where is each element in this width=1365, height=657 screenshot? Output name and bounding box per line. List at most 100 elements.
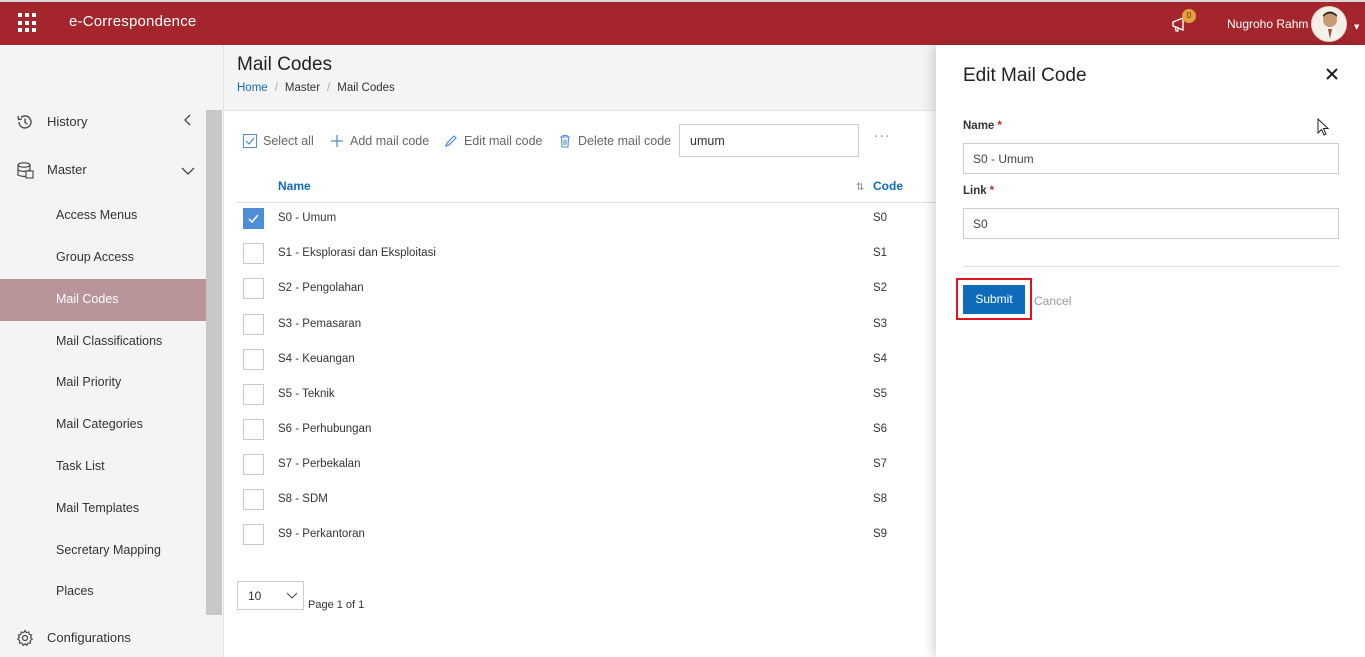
edit-mail-code-label: Edit mail code: [464, 134, 543, 148]
edit-mail-code-button[interactable]: Edit mail code: [444, 131, 543, 151]
row-checkbox[interactable]: [243, 384, 264, 405]
sidebar-group-configurations[interactable]: Configurations: [0, 623, 206, 653]
breadcrumb-master[interactable]: Master: [285, 82, 320, 94]
user-name[interactable]: Nugroho Rahm: [1227, 17, 1308, 31]
row-checkbox[interactable]: [243, 419, 264, 440]
more-options-icon[interactable]: ···: [874, 129, 890, 145]
search-input[interactable]: umum: [679, 124, 859, 157]
panel-title: Edit Mail Code: [963, 65, 1087, 86]
cell-code: S6: [873, 423, 888, 435]
sidebar-item-label: Mail Templates: [56, 501, 140, 515]
cell-code: S1: [873, 247, 888, 259]
breadcrumb-home[interactable]: Home: [237, 82, 268, 94]
cell-name: S1 - Eksplorasi dan Eksploitasi: [278, 247, 436, 259]
row-checkbox[interactable]: [243, 208, 264, 229]
cell-code: S9: [873, 528, 888, 540]
cell-code: S2: [873, 282, 888, 294]
row-checkbox[interactable]: [243, 243, 264, 264]
sidebar-item-group-access[interactable]: Group Access: [0, 237, 206, 279]
breadcrumb-current: Mail Codes: [337, 82, 395, 94]
link-field[interactable]: S0: [963, 208, 1339, 239]
page-title: Mail Codes: [237, 54, 333, 75]
submit-button[interactable]: Submit: [963, 285, 1025, 314]
sidebar-item-mail-priority[interactable]: Mail Priority: [0, 362, 206, 404]
user-menu-caret-icon[interactable]: ▼: [1354, 23, 1359, 31]
table-row[interactable]: S6 - Perhubungan S6: [224, 413, 936, 448]
sort-icon[interactable]: ⇅: [856, 182, 864, 193]
sidebar-item-mail-classifications[interactable]: Mail Classifications: [0, 321, 206, 363]
table-row[interactable]: S4 - Keuangan S4: [224, 343, 936, 378]
table-row[interactable]: S0 - Umum S0: [224, 202, 936, 237]
breadcrumb-separator: /: [327, 82, 331, 94]
row-checkbox[interactable]: [243, 278, 264, 299]
row-checkbox[interactable]: [243, 349, 264, 370]
table-row[interactable]: S9 - Perkantoran S9: [224, 518, 936, 553]
sidebar-group-history[interactable]: History: [0, 107, 206, 137]
cell-name: S5 - Teknik: [278, 388, 335, 400]
breadcrumb: Home / Master / Mail Codes: [237, 82, 395, 94]
sidebar-item-secretary-mapping[interactable]: Secretary Mapping: [0, 530, 206, 572]
row-checkbox[interactable]: [243, 489, 264, 510]
mouse-cursor-icon: [1317, 118, 1330, 136]
sidebar-item-task-list[interactable]: Task List: [0, 446, 206, 488]
column-header-code[interactable]: Code: [873, 179, 903, 193]
app-title[interactable]: e-Correspondence: [69, 13, 196, 30]
cell-name: S8 - SDM: [278, 493, 328, 505]
cell-code: S4: [873, 353, 888, 365]
page-size-select[interactable]: 10: [237, 581, 304, 610]
sidebar-scrollbar[interactable]: [206, 110, 222, 615]
add-mail-code-label: Add mail code: [350, 134, 430, 148]
table-row[interactable]: S2 - Pengolahan S2: [224, 272, 936, 307]
cell-code: S3: [873, 318, 888, 330]
top-bar: e-Correspondence 0 Nugroho Rahm ▼: [0, 0, 1365, 45]
table-row[interactable]: S8 - SDM S8: [224, 483, 936, 518]
select-all-label: Select all: [263, 134, 314, 148]
name-label-text: Name: [963, 120, 995, 132]
sidebar-item-mail-templates[interactable]: Mail Templates: [0, 488, 206, 530]
required-mark: *: [989, 185, 995, 197]
delete-mail-code-label: Delete mail code: [578, 134, 672, 148]
cell-code: S5: [873, 388, 888, 400]
avatar[interactable]: [1311, 6, 1347, 42]
sidebar-item-label: Mail Classifications: [56, 334, 163, 348]
row-checkbox[interactable]: [243, 524, 264, 545]
sidebar-item-label: Access Menus: [56, 208, 138, 222]
name-field-label: Name *: [963, 120, 1002, 132]
close-icon[interactable]: [1325, 67, 1339, 81]
link-field-label: Link *: [963, 185, 994, 197]
chevron-down-icon[interactable]: [181, 164, 195, 178]
sidebar-item-label: Task List: [56, 459, 105, 473]
sidebar-group-master[interactable]: Master: [0, 155, 206, 185]
sidebar-item-places[interactable]: Places: [0, 571, 206, 613]
sidebar-item-label: Mail Priority: [56, 375, 122, 389]
table-row[interactable]: S3 - Pemasaran S3: [224, 308, 936, 343]
row-checkbox[interactable]: [243, 454, 264, 475]
column-header-name[interactable]: Name: [278, 179, 311, 193]
user-photo-icon: [1317, 11, 1343, 41]
table-row[interactable]: S1 - Eksplorasi dan Eksploitasi S1: [224, 237, 936, 272]
chevron-left-icon[interactable]: [182, 113, 194, 127]
add-mail-code-button[interactable]: Add mail code: [330, 131, 429, 151]
pencil-icon: [445, 135, 457, 147]
sidebar-item-access-menus[interactable]: Access Menus: [0, 195, 206, 237]
cancel-button[interactable]: Cancel: [1034, 294, 1071, 308]
app-launcher-icon[interactable]: [18, 13, 38, 33]
select-all-button[interactable]: Select all: [243, 131, 314, 151]
edit-mail-code-panel: Edit Mail Code Name * S0 - Umum Link * S0 …: [936, 45, 1365, 657]
sidebar-item-mail-categories[interactable]: Mail Categories: [0, 404, 206, 446]
table-row[interactable]: S7 - Perbekalan S7: [224, 448, 936, 483]
required-mark: *: [997, 120, 1002, 132]
name-field[interactable]: S0 - Umum: [963, 143, 1339, 174]
checkbox-icon: [243, 134, 257, 148]
link-label-text: Link: [963, 185, 987, 197]
sidebar-item-label: Group Access: [56, 250, 134, 264]
table-row[interactable]: S5 - Teknik S5: [224, 378, 936, 413]
sidebar-item-mail-codes[interactable]: Mail Codes: [0, 279, 206, 321]
sidebar: History Master Access Menus Group Access…: [0, 45, 224, 657]
cell-name: S0 - Umum: [278, 212, 337, 224]
sidebar-group-configurations-label: Configurations: [47, 630, 131, 645]
cell-name: S2 - Pengolahan: [278, 282, 364, 294]
page-indicator: Page 1 of 1: [308, 599, 365, 611]
row-checkbox[interactable]: [243, 314, 264, 335]
delete-mail-code-button[interactable]: Delete mail code: [558, 131, 671, 151]
